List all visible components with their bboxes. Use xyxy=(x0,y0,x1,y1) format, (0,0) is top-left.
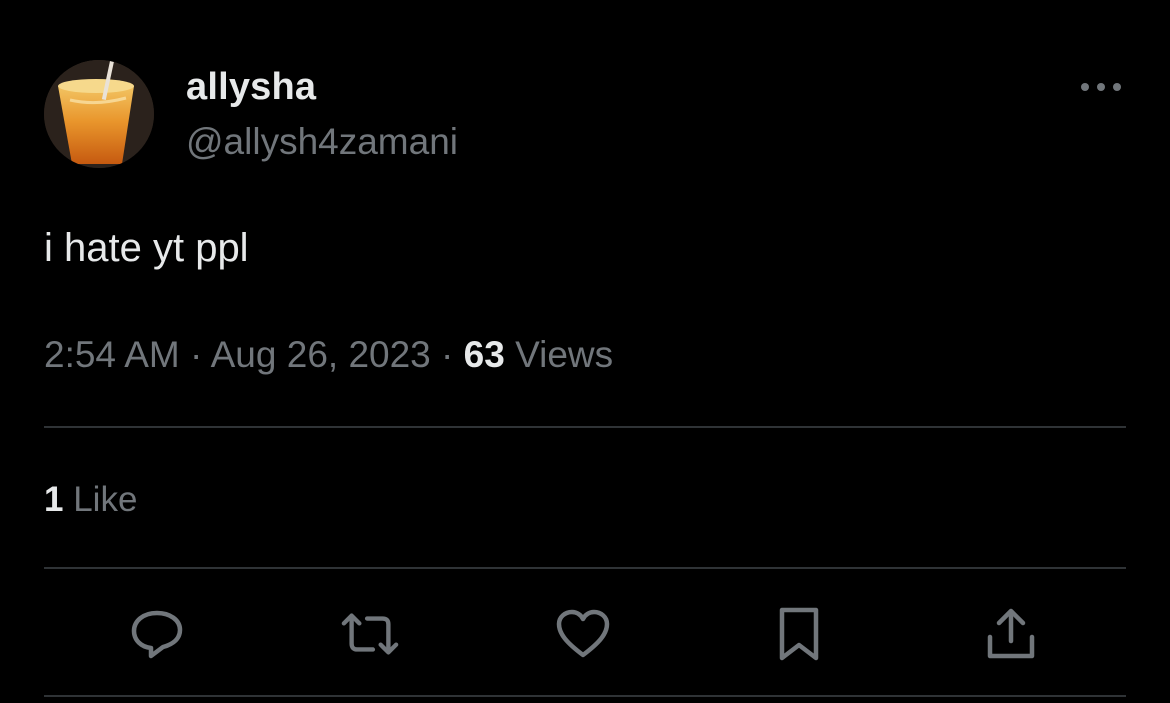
heart-icon xyxy=(556,609,610,658)
avatar[interactable] xyxy=(44,60,154,168)
bookmark-icon xyxy=(779,607,819,661)
retweet-icon xyxy=(341,613,399,655)
reply-button[interactable] xyxy=(127,604,187,664)
views-label: Views xyxy=(515,334,614,375)
like-button[interactable] xyxy=(553,604,613,664)
avatar-drink-image xyxy=(44,60,154,168)
share-icon xyxy=(987,608,1035,659)
divider xyxy=(44,426,1126,428)
likes-summary[interactable]: 1 Like xyxy=(44,480,137,520)
likes-label: Like xyxy=(73,480,138,519)
bookmark-button[interactable] xyxy=(769,604,829,664)
likes-count: 1 xyxy=(44,480,64,519)
retweet-button[interactable] xyxy=(340,604,400,664)
reply-icon xyxy=(131,610,183,659)
share-button[interactable] xyxy=(981,604,1041,664)
tweet-text: i hate yt ppl xyxy=(44,226,249,270)
tweet-meta: 2:54 AM · Aug 26, 2023 · 63 Views xyxy=(44,334,613,376)
display-name[interactable]: allysha xyxy=(186,66,316,109)
meta-separator: · xyxy=(190,334,203,375)
more-options-button[interactable] xyxy=(1076,72,1126,102)
views-count: 63 xyxy=(463,334,505,375)
divider xyxy=(44,567,1126,569)
divider xyxy=(44,695,1126,697)
tweet-date[interactable]: Aug 26, 2023 xyxy=(211,334,431,375)
tweet-time[interactable]: 2:54 AM xyxy=(44,334,180,375)
meta-separator: · xyxy=(441,334,454,375)
user-handle[interactable]: @allysh4zamani xyxy=(186,121,458,163)
more-horizontal-icon xyxy=(1081,83,1121,91)
